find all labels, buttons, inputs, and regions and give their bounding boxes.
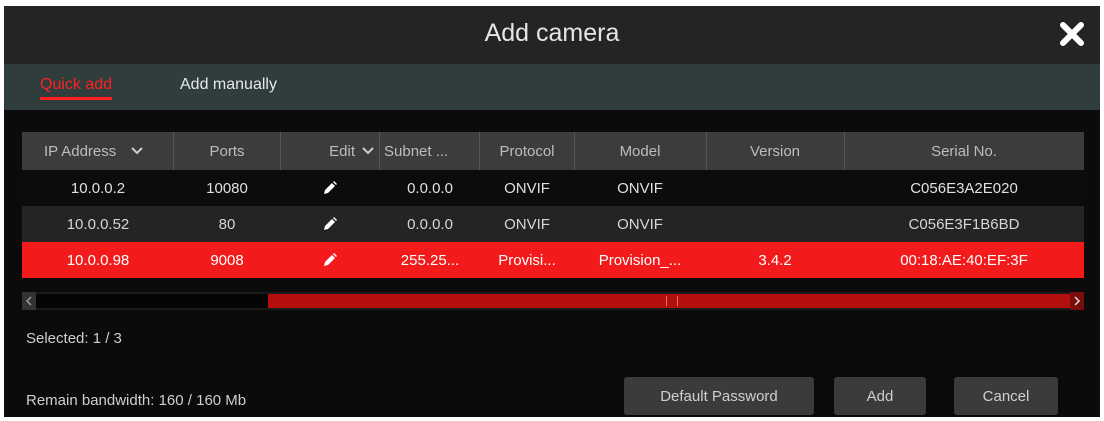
cell-subnet: 0.0.0.0 bbox=[407, 179, 453, 197]
cell-model: ONVIF bbox=[617, 179, 663, 197]
cell-serial: 00:18:AE:40:EF:3F bbox=[900, 251, 1028, 269]
pencil-icon bbox=[324, 253, 337, 266]
column-ip-address[interactable]: IP Address bbox=[22, 132, 174, 170]
edit-button[interactable] bbox=[280, 170, 380, 206]
horizontal-scrollbar[interactable] bbox=[22, 292, 1084, 310]
column-ports[interactable]: Ports bbox=[174, 132, 281, 170]
cell-ip: 10.0.0.2 bbox=[70, 179, 126, 197]
cell-ports: 80 bbox=[218, 215, 236, 233]
column-model[interactable]: Model bbox=[574, 132, 707, 170]
table-row-selected[interactable]: 10.0.0.98 9008 255.25... Provisi... Prov… bbox=[22, 242, 1084, 278]
scroll-thumb[interactable] bbox=[268, 294, 1070, 308]
edit-button[interactable] bbox=[280, 206, 380, 242]
camera-table: IP Address Ports Edit Subnet ... Protoco… bbox=[22, 132, 1084, 278]
chevron-right-icon bbox=[1074, 296, 1081, 306]
tab-quick-add[interactable]: Quick add bbox=[40, 76, 113, 100]
cell-subnet: 255.25... bbox=[400, 251, 460, 269]
chevron-down-icon[interactable] bbox=[130, 146, 144, 156]
scroll-right-button[interactable] bbox=[1070, 292, 1084, 310]
add-camera-dialog: Add camera Quick add Add manually IP Add… bbox=[4, 6, 1100, 417]
cell-protocol: ONVIF bbox=[504, 179, 550, 197]
cell-version bbox=[706, 206, 844, 242]
cell-ip: 10.0.0.98 bbox=[66, 251, 130, 269]
cell-ports: 10080 bbox=[206, 179, 248, 197]
remaining-bandwidth: Remain bandwidth: 160 / 160 Mb bbox=[26, 392, 247, 409]
table-row[interactable]: 10.0.0.52 80 0.0.0.0 ONVIF ONVIF C056E3F… bbox=[22, 206, 1084, 242]
chevron-left-icon bbox=[25, 296, 32, 306]
scroll-track[interactable] bbox=[36, 294, 1070, 308]
title-bar: Add camera bbox=[4, 6, 1100, 64]
cell-ip: 10.0.0.52 bbox=[66, 215, 130, 233]
tab-bar: Quick add Add manually bbox=[4, 64, 1100, 110]
default-password-button[interactable]: Default Password bbox=[624, 377, 814, 415]
chevron-down-icon[interactable] bbox=[361, 146, 375, 156]
cell-serial: C056E3A2E020 bbox=[910, 179, 1018, 197]
column-subnet[interactable]: Subnet ... bbox=[380, 132, 480, 170]
table-row[interactable]: 10.0.0.2 10080 0.0.0.0 ONVIF ONVIF C056E… bbox=[22, 170, 1084, 206]
cell-protocol: ONVIF bbox=[504, 215, 550, 233]
pencil-icon bbox=[324, 181, 337, 194]
selected-count: Selected: 1 / 3 bbox=[26, 330, 122, 347]
scroll-left-button[interactable] bbox=[22, 292, 36, 310]
table-header: IP Address Ports Edit Subnet ... Protoco… bbox=[22, 132, 1084, 170]
pencil-icon bbox=[324, 217, 337, 230]
dialog-title: Add camera bbox=[484, 19, 620, 47]
cell-protocol: Provisi... bbox=[498, 251, 556, 269]
cell-model: Provision_... bbox=[598, 251, 682, 269]
close-button[interactable] bbox=[1054, 16, 1090, 52]
column-version[interactable]: Version bbox=[706, 132, 845, 170]
edit-button[interactable] bbox=[280, 242, 380, 278]
column-edit[interactable]: Edit bbox=[280, 132, 380, 170]
column-serial-no[interactable]: Serial No. bbox=[844, 132, 1084, 170]
column-protocol[interactable]: Protocol bbox=[480, 132, 575, 170]
cell-version bbox=[706, 170, 844, 206]
add-button[interactable]: Add bbox=[834, 377, 926, 415]
column-ip-label: IP Address bbox=[44, 142, 117, 160]
cell-serial: C056E3F1B6BD bbox=[908, 215, 1020, 233]
grip-icon bbox=[666, 296, 678, 306]
cell-subnet: 0.0.0.0 bbox=[407, 215, 453, 233]
close-icon bbox=[1060, 22, 1084, 46]
cancel-button[interactable]: Cancel bbox=[954, 377, 1058, 415]
cell-version: 3.4.2 bbox=[758, 251, 792, 269]
column-edit-label: Edit bbox=[329, 142, 355, 160]
cell-model: ONVIF bbox=[617, 215, 663, 233]
tab-add-manually[interactable]: Add manually bbox=[180, 76, 277, 94]
cell-ports: 9008 bbox=[210, 251, 244, 269]
